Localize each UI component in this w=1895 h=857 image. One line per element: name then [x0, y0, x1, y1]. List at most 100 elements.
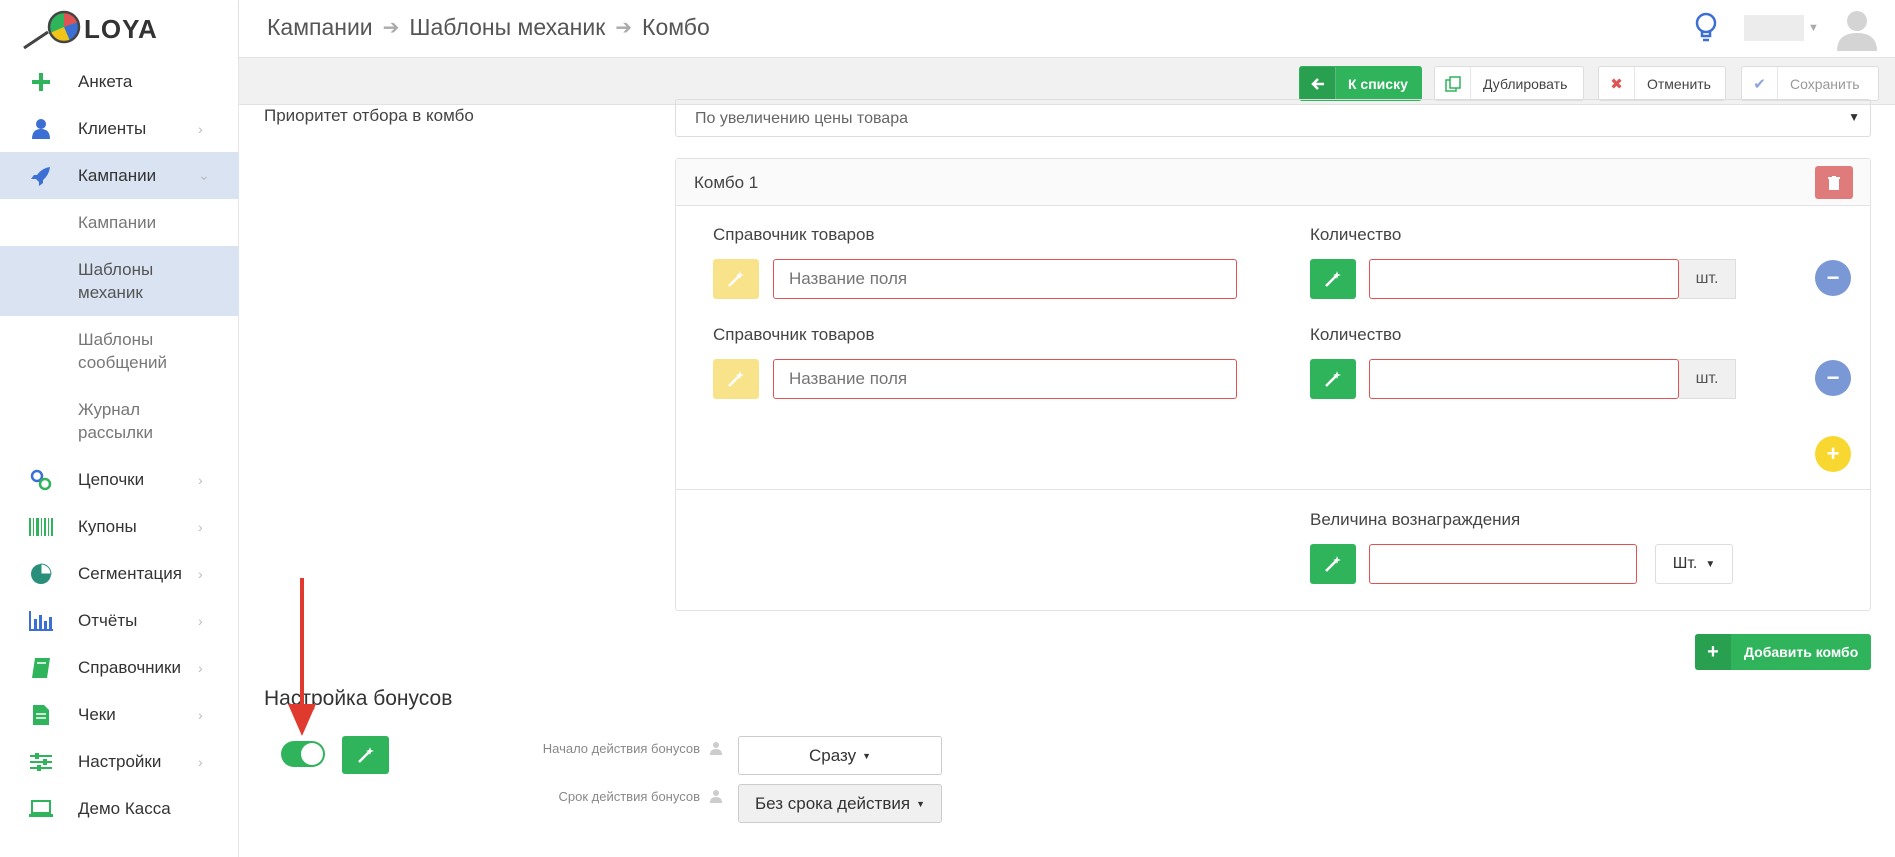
unit-addon: шт.: [1679, 359, 1736, 399]
user-icon: [710, 789, 722, 808]
plus-icon: +: [1826, 441, 1840, 466]
chevron-right-icon: ›: [198, 471, 203, 488]
back-to-list-button[interactable]: К списку: [1299, 66, 1422, 101]
sidebar-item-label: Кампании: [78, 165, 157, 185]
user-icon: [710, 741, 722, 760]
logo[interactable]: LOYA: [0, 0, 239, 58]
logo-text: LOYA: [84, 14, 158, 44]
chevron-right-icon: ›: [198, 120, 203, 137]
reward-input[interactable]: [1369, 544, 1637, 584]
bar-chart-icon: [28, 610, 54, 632]
unit-addon: шт.: [1679, 259, 1736, 299]
cancel-button[interactable]: ✖ Отменить: [1598, 66, 1726, 101]
avatar[interactable]: [1835, 7, 1879, 56]
combo-panel: Комбо 1 Справочник товаров Количество шт…: [675, 158, 1871, 611]
save-button[interactable]: ✔ Сохранить: [1741, 66, 1879, 101]
remove-row-button[interactable]: −: [1815, 360, 1851, 396]
magic-wand-icon: [728, 371, 744, 387]
combo-header: Комбо 1: [676, 159, 1870, 206]
magic-wand-button[interactable]: [342, 736, 389, 774]
bonus-toggle[interactable]: [281, 741, 325, 767]
quantity-label: Количество: [1310, 225, 1402, 244]
combo-title: Комбо 1: [694, 173, 759, 192]
bonus-term-dropdown[interactable]: Без срока действия ▼: [738, 784, 942, 823]
receipt-icon: [28, 704, 54, 726]
toggle-knob: [301, 743, 323, 765]
sidebar-item-receipts[interactable]: Чеки ›: [0, 691, 239, 738]
magic-wand-button[interactable]: [713, 259, 759, 299]
add-combo-button[interactable]: + Добавить комбо: [1695, 634, 1871, 670]
product-name-input[interactable]: [773, 259, 1237, 299]
sidebar: LOYA Анкета Клиенты › Кампании ⌄ Кампани…: [0, 0, 239, 857]
subitem-mechanic-templates[interactable]: Шаблоны механик: [0, 246, 239, 316]
sidebar-item-clients[interactable]: Клиенты ›: [0, 105, 239, 152]
breadcrumb-campaigns[interactable]: Кампании: [267, 14, 373, 41]
magic-wand-icon: [357, 747, 374, 763]
breadcrumb-mechanic-templates[interactable]: Шаблоны механик: [409, 14, 605, 41]
bonus-start-dropdown[interactable]: Сразу ▼: [738, 736, 942, 775]
rocket-icon: [28, 165, 54, 187]
action-toolbar: К списку Дублировать ✖ Отменить ✔ Сохран…: [239, 58, 1895, 105]
magic-wand-button[interactable]: [713, 359, 759, 399]
caret-down-icon: ▼: [1848, 110, 1860, 124]
subitem-message-templates[interactable]: Шаблоны сообщений: [0, 316, 239, 386]
sidebar-item-anketa[interactable]: Анкета: [0, 58, 239, 105]
sidebar-item-label: Анкета: [78, 71, 133, 91]
product-directory-label: Справочник товаров: [713, 225, 875, 244]
breadcrumb: Кампании ➔ Шаблоны механик ➔ Комбо: [267, 14, 710, 41]
sidebar-item-chains[interactable]: Цепочки ›: [0, 456, 239, 503]
product-directory-label: Справочник товаров: [713, 325, 875, 344]
close-icon: ✖: [1599, 67, 1635, 100]
duplicate-button[interactable]: Дублировать: [1434, 66, 1584, 101]
caret-down-icon[interactable]: ▼: [1808, 22, 1819, 34]
magic-wand-icon: [1325, 556, 1341, 572]
caret-down-icon: ▼: [916, 798, 925, 809]
minus-icon: −: [1826, 365, 1840, 390]
quantity-input[interactable]: [1369, 259, 1679, 299]
subitem-campaigns[interactable]: Кампании: [0, 199, 239, 246]
quantity-label: Количество: [1310, 325, 1402, 344]
subitem-mailing-log[interactable]: Журнал рассылки: [0, 386, 239, 456]
user-name-blurred[interactable]: [1744, 15, 1804, 41]
link-icon: [28, 469, 54, 491]
sidebar-item-directories[interactable]: Справочники ›: [0, 644, 239, 691]
magic-wand-button[interactable]: [1310, 359, 1356, 399]
sidebar-item-reports[interactable]: Отчёты ›: [0, 597, 239, 644]
trash-icon: [1828, 175, 1840, 190]
caret-down-icon: ▼: [862, 750, 872, 761]
arrow-right-icon: ➔: [382, 17, 400, 39]
sidebar-item-coupons[interactable]: Купоны ›: [0, 503, 239, 550]
bonus-start-label: Начало действия бонусов: [542, 741, 700, 756]
chevron-right-icon: ›: [198, 706, 203, 723]
arrow-left-icon: [1300, 67, 1336, 100]
magic-wand-button[interactable]: [1310, 259, 1356, 299]
quantity-input[interactable]: [1369, 359, 1679, 399]
chevron-right-icon: ›: [198, 753, 203, 770]
copy-icon: [1435, 67, 1471, 100]
breadcrumb-current: Комбо: [642, 14, 710, 40]
magic-wand-icon: [1325, 371, 1341, 387]
add-row-button[interactable]: +: [1815, 436, 1851, 472]
laptop-icon: [28, 798, 54, 820]
magic-wand-button[interactable]: [1310, 544, 1356, 584]
chevron-right-icon: ›: [198, 518, 203, 535]
pie-icon: [28, 563, 54, 585]
sidebar-item-campaigns[interactable]: Кампании ⌄: [0, 152, 239, 199]
remove-row-button[interactable]: −: [1815, 260, 1851, 296]
barcode-icon: [28, 516, 54, 538]
user-icon: [28, 118, 54, 140]
reward-label: Величина вознаграждения: [1310, 510, 1521, 529]
book-icon: [28, 657, 54, 679]
chevron-down-icon: ⌄: [198, 167, 210, 183]
priority-select[interactable]: По увеличению цены товара ▼: [675, 99, 1871, 137]
reward-unit-select[interactable]: Шт. ▼: [1655, 544, 1733, 584]
product-name-input[interactable]: [773, 359, 1237, 399]
chevron-right-icon: ›: [198, 659, 203, 676]
delete-combo-button[interactable]: [1815, 166, 1853, 199]
lightbulb-icon[interactable]: [1694, 12, 1718, 49]
plus-icon: [28, 71, 54, 93]
sidebar-item-settings[interactable]: Настройки ›: [0, 738, 239, 785]
sidebar-item-demo-cash[interactable]: Демо Касса: [0, 785, 239, 832]
sidebar-item-segmentation[interactable]: Сегментация ›: [0, 550, 239, 597]
logo-icon: [23, 10, 81, 50]
